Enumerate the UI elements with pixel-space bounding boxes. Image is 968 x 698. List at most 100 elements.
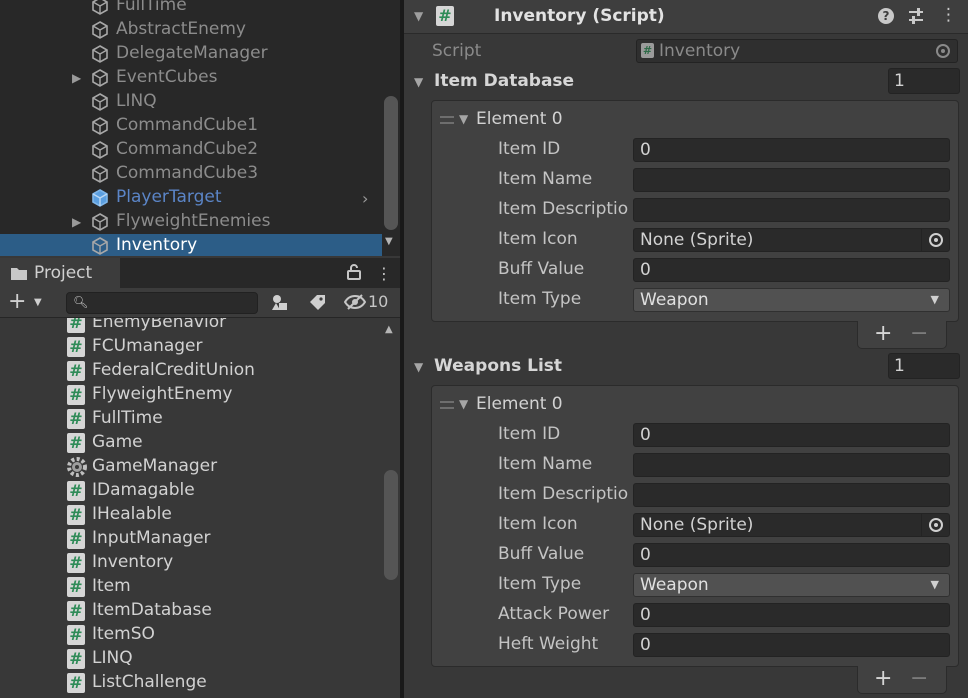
list-item[interactable]: # EnemyBehavior <box>0 318 382 335</box>
project-scrollbar[interactable] <box>384 470 398 580</box>
item-name-field[interactable] <box>633 168 950 192</box>
item-type-label: Item Type <box>498 574 582 594</box>
item-type-value: Weapon <box>640 575 709 595</box>
list-item[interactable]: # IHealable <box>0 503 382 527</box>
file-name: FCUmanager <box>92 336 203 356</box>
expand-arrow-icon[interactable]: ▶ <box>72 215 84 229</box>
hierarchy-item[interactable]: PlayerTarget › <box>0 186 382 210</box>
drag-handle-icon[interactable] <box>440 401 454 409</box>
weapons-list-title[interactable]: Weapons List <box>434 356 562 376</box>
preset-sliders-icon[interactable] <box>907 6 925 26</box>
element-foldout-arrow-icon[interactable]: ▼ <box>459 397 468 411</box>
search-input[interactable]: 🔍︎ <box>66 292 258 314</box>
list-item[interactable]: # ListChallenge <box>0 671 382 695</box>
foldout-arrow-icon[interactable]: ▼ <box>414 75 423 89</box>
list-item[interactable]: # ItemDatabase <box>0 599 382 623</box>
heft-weight-field[interactable]: 0 <box>633 633 950 657</box>
item-icon-field[interactable]: None (Sprite) <box>633 228 950 252</box>
foldout-arrow-icon[interactable]: ▼ <box>414 9 423 23</box>
hierarchy-item[interactable]: LINQ <box>0 90 382 114</box>
hierarchy-scrollbar[interactable] <box>384 96 398 230</box>
add-element-button[interactable]: + <box>874 321 892 347</box>
hierarchy-item[interactable]: DelegateManager <box>0 42 382 66</box>
item-database-size-field[interactable]: 1 <box>888 68 960 94</box>
list-item[interactable]: # Inventory <box>0 551 382 575</box>
script-icon: # <box>67 481 85 501</box>
element-foldout-arrow-icon[interactable]: ▼ <box>459 112 468 126</box>
component-header[interactable]: ▼ # Inventory (Script) ? ⋮ <box>404 0 968 34</box>
file-name: IHealable <box>92 504 172 524</box>
drag-handle-icon[interactable] <box>440 116 454 124</box>
list-item[interactable]: # LINQ <box>0 647 382 671</box>
tab-project[interactable]: Project <box>0 258 120 288</box>
script-field: # Inventory <box>636 39 958 63</box>
file-name: FullTime <box>92 408 163 428</box>
list-item[interactable]: # FCUmanager <box>0 335 382 359</box>
script-icon: # <box>67 361 85 381</box>
add-icon[interactable]: + <box>8 291 26 313</box>
filter-by-label-icon[interactable] <box>308 293 328 313</box>
item-name-field[interactable] <box>633 453 950 477</box>
script-icon: # <box>67 577 85 597</box>
kebab-menu-icon[interactable]: ⋮ <box>376 264 392 283</box>
object-picker-icon[interactable] <box>921 229 949 251</box>
item-id-field[interactable]: 0 <box>633 423 950 447</box>
folder-icon <box>11 267 27 280</box>
list-item[interactable]: GameManager <box>0 455 382 479</box>
hierarchy-item[interactable]: CommandCube2 <box>0 138 382 162</box>
attack-power-field[interactable]: 0 <box>633 603 950 627</box>
weapons-list-size-field[interactable]: 1 <box>888 353 960 379</box>
scroll-down-arrow-icon[interactable]: ▼ <box>385 236 393 247</box>
item-type-dropdown[interactable]: Weapon ▼ <box>633 288 950 312</box>
hierarchy-item[interactable]: Inventory <box>0 234 382 256</box>
element-title[interactable]: Element 0 <box>476 109 563 129</box>
gameobject-cube-icon <box>90 164 110 184</box>
list-item[interactable]: # FederalCreditUnion <box>0 359 382 383</box>
object-picker-icon <box>929 40 957 62</box>
expand-arrow-icon[interactable]: ▶ <box>72 71 84 85</box>
hierarchy-item-label: CommandCube3 <box>116 163 259 183</box>
add-element-button[interactable]: + <box>874 666 892 692</box>
script-icon: # <box>641 43 654 58</box>
chevron-down-icon: ▼ <box>930 578 939 591</box>
list-item[interactable]: # FullTime <box>0 407 382 431</box>
list-item[interactable]: # FlyweightEnemy <box>0 383 382 407</box>
list-item[interactable]: # IDamagable <box>0 479 382 503</box>
item-icon-label: Item Icon <box>498 514 578 534</box>
list-item[interactable]: # Item <box>0 575 382 599</box>
item-description-field[interactable] <box>633 483 950 507</box>
item-id-field[interactable]: 0 <box>633 138 950 162</box>
list-item[interactable]: # Game <box>0 431 382 455</box>
hierarchy-item[interactable]: AbstractEnemy <box>0 18 382 42</box>
item-description-label: Item Descriptio <box>498 199 629 219</box>
filter-by-type-icon[interactable] <box>270 293 290 313</box>
item-database-title[interactable]: Item Database <box>434 71 574 91</box>
remove-element-button[interactable]: − <box>910 666 928 692</box>
chevron-right-icon[interactable]: › <box>362 189 368 208</box>
item-description-field[interactable] <box>633 198 950 222</box>
hierarchy-item[interactable]: CommandCube3 <box>0 162 382 186</box>
weapons-list-footer: + − <box>857 666 947 694</box>
list-item[interactable]: # InputManager <box>0 527 382 551</box>
foldout-arrow-icon[interactable]: ▼ <box>414 360 423 374</box>
kebab-menu-icon[interactable]: ⋮ <box>940 5 957 25</box>
buff-value-field[interactable]: 0 <box>633 258 950 282</box>
remove-element-button[interactable]: − <box>910 321 928 347</box>
item-icon-field[interactable]: None (Sprite) <box>633 513 950 537</box>
chevron-down-icon[interactable]: ▼ <box>34 297 42 308</box>
list-item[interactable]: # ItemSO <box>0 623 382 647</box>
scroll-up-arrow-icon[interactable]: ▲ <box>385 324 393 335</box>
hierarchy-item[interactable]: ▶ FlyweightEnemies <box>0 210 382 234</box>
hierarchy-item[interactable]: CommandCube1 <box>0 114 382 138</box>
element-title[interactable]: Element 0 <box>476 394 563 414</box>
lock-icon[interactable] <box>347 264 361 280</box>
hidden-packages-toggle[interactable]: 10 <box>344 292 388 311</box>
hierarchy-item-label: PlayerTarget <box>116 187 222 207</box>
help-icon[interactable]: ? <box>878 8 894 24</box>
object-picker-icon[interactable] <box>921 514 949 536</box>
buff-value-label: Buff Value <box>498 259 585 279</box>
item-type-dropdown[interactable]: Weapon ▼ <box>633 573 950 597</box>
hierarchy-item[interactable]: FullTime <box>0 0 382 18</box>
buff-value-field[interactable]: 0 <box>633 543 950 567</box>
hierarchy-item[interactable]: ▶ EventCubes <box>0 66 382 90</box>
